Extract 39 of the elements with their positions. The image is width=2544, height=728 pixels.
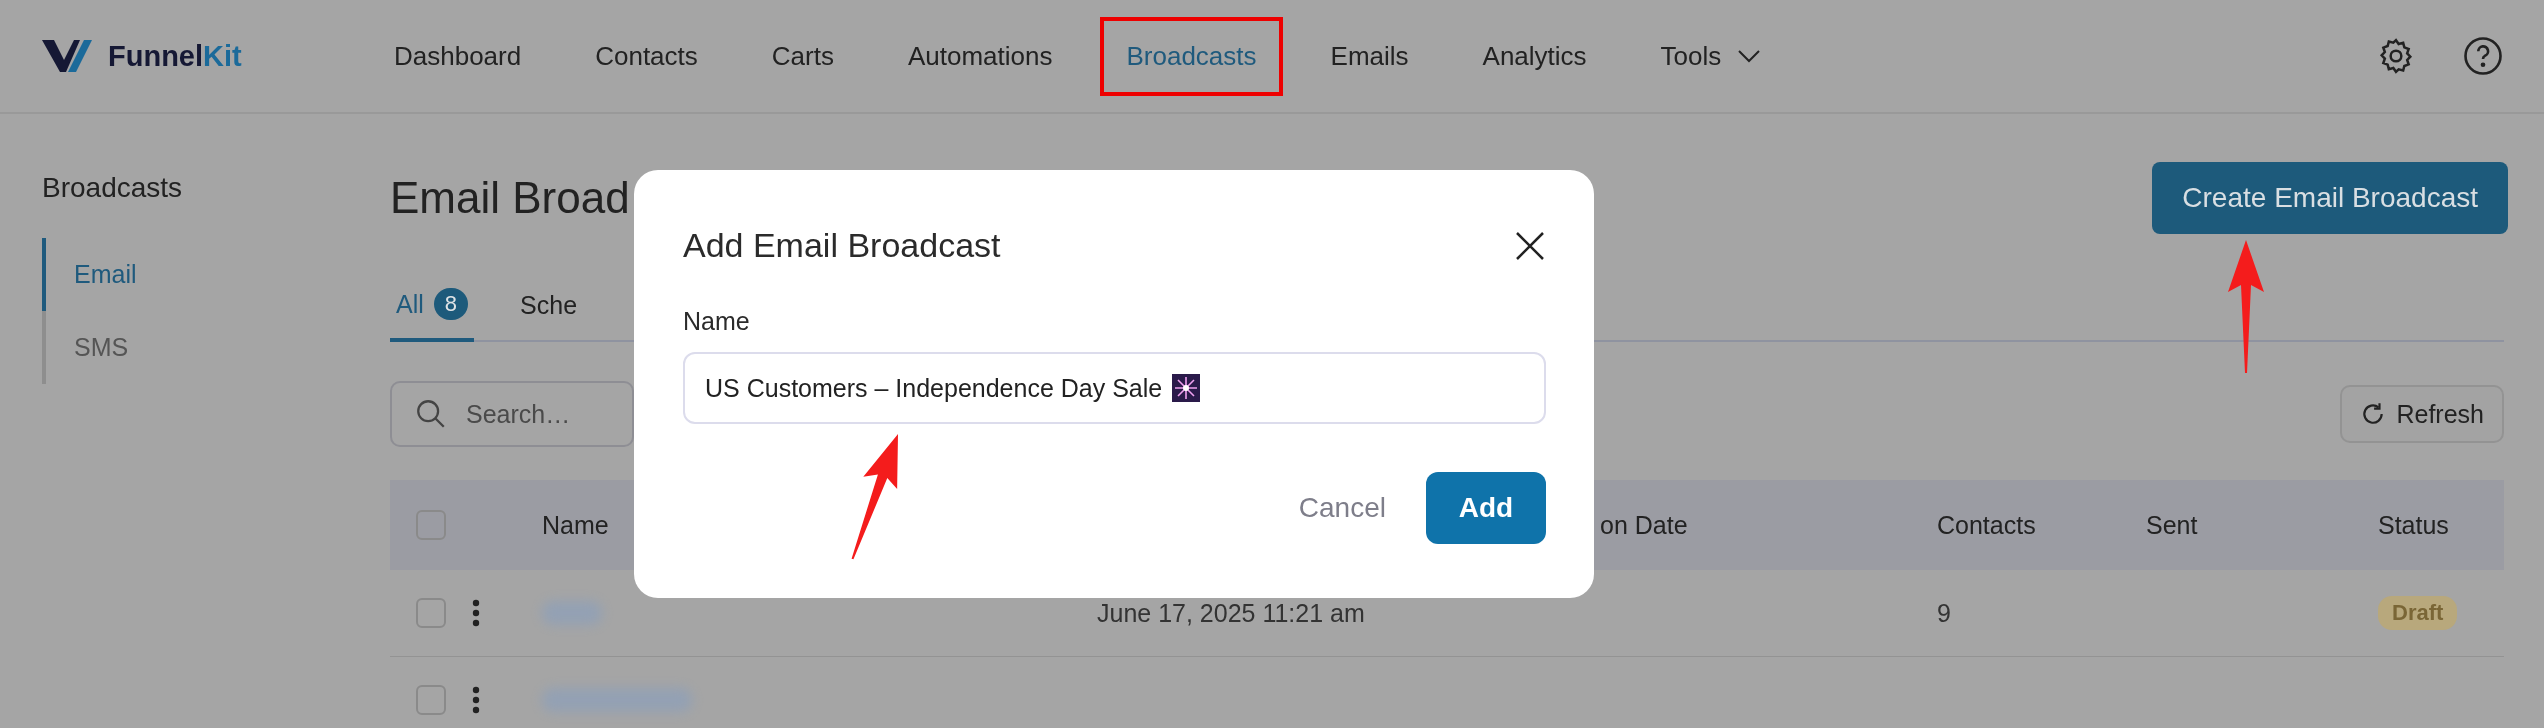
- nav-link[interactable]: Emails: [1304, 16, 1435, 96]
- column-header: Contacts: [1937, 510, 2036, 540]
- logo-text: FunnelKit: [108, 39, 242, 73]
- select-all-checkbox[interactable]: [416, 510, 446, 540]
- table-cell: June 17, 2025 11:21 am: [1097, 598, 1365, 628]
- sidebar-title: Broadcasts: [42, 172, 184, 204]
- create-broadcast-button[interactable]: Create Email Broadcast: [2152, 162, 2508, 234]
- tab[interactable]: All 8: [390, 288, 475, 342]
- row-checkbox[interactable]: [416, 685, 446, 715]
- nav-dropdown[interactable]: Tools: [1634, 16, 1788, 96]
- column-header: Name: [542, 510, 609, 540]
- nav-link[interactable]: Contacts: [569, 16, 724, 96]
- close-button[interactable]: [1514, 229, 1546, 262]
- dialog-title: Add Email Broadcast: [683, 226, 1001, 265]
- tab[interactable]: Sche: [514, 291, 584, 342]
- search-field[interactable]: Search…: [390, 381, 634, 447]
- nav-link[interactable]: Dashboard: [368, 16, 548, 96]
- add-button[interactable]: Add: [1426, 472, 1546, 544]
- refresh-button[interactable]: Refresh: [2340, 385, 2504, 443]
- chevron-down-icon: [1737, 49, 1762, 63]
- page-title: Email Broad: [390, 173, 630, 223]
- help-icon[interactable]: [2462, 35, 2504, 77]
- status-badge: Draft: [2378, 596, 2458, 630]
- count-badge: 8: [433, 288, 469, 320]
- table-cell: 9: [1937, 598, 1951, 628]
- nav-link[interactable]: Analytics: [1456, 16, 1613, 96]
- close-icon: [1514, 229, 1546, 262]
- name-field[interactable]: US Customers – Independence Day Sale: [683, 352, 1546, 424]
- column-header: Status: [2378, 510, 2449, 540]
- column-header: Sent: [2146, 510, 2198, 540]
- fireworks-icon: [1172, 374, 1201, 402]
- kebab-menu-icon[interactable]: [472, 686, 480, 714]
- field-label: Name: [683, 307, 751, 336]
- nav-link[interactable]: Automations: [881, 16, 1079, 96]
- kebab-menu-icon[interactable]: [472, 599, 480, 627]
- column-header: on Date: [1600, 510, 1688, 540]
- cancel-button[interactable]: Cancel: [1288, 482, 1396, 534]
- row-checkbox[interactable]: [416, 598, 446, 628]
- nav-link[interactable]: Carts: [745, 16, 860, 96]
